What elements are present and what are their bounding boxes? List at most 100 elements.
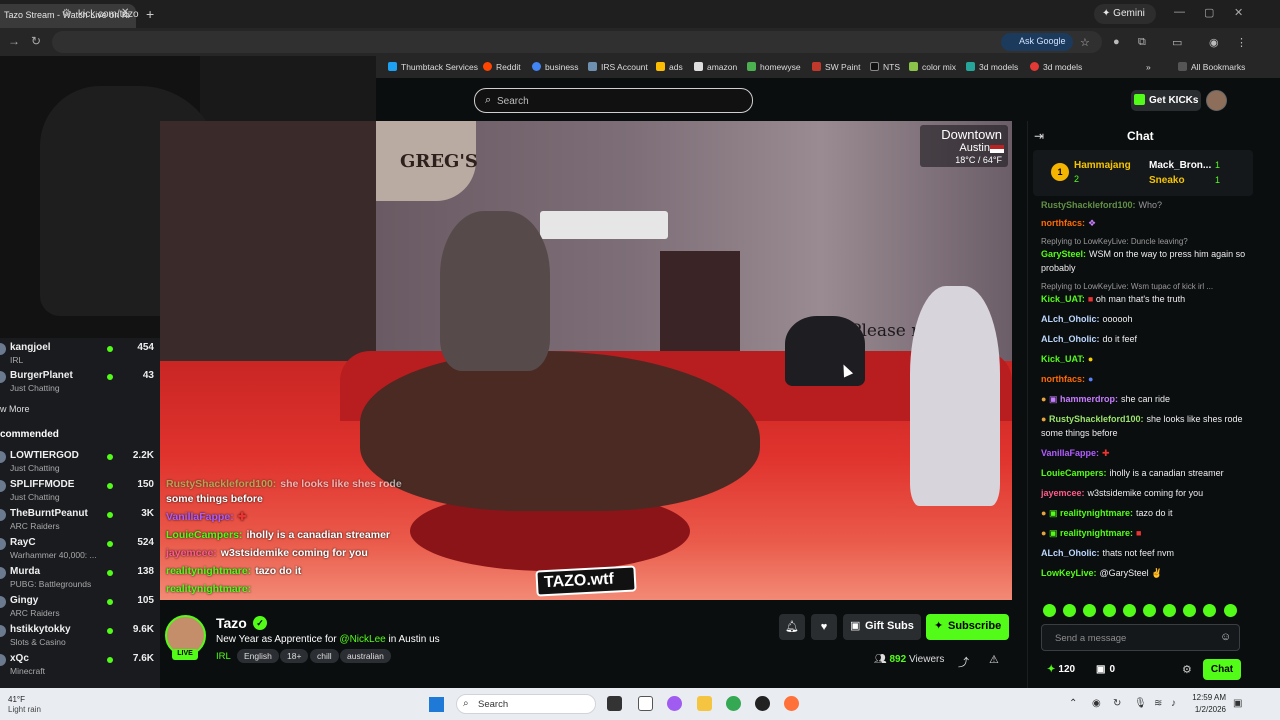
microphone-icon[interactable]: 🎙︎	[1134, 698, 1147, 709]
sidebar-channel[interactable]: RayC Warhammer 40,000: ... 524	[0, 535, 160, 563]
taskbar-date[interactable]: 1/2/2026	[1190, 705, 1226, 714]
emoji-picker-icon[interactable]: ☺	[1220, 631, 1231, 643]
app-icon[interactable]	[755, 696, 770, 711]
sidebar-channel[interactable]: SPLIFFMODE Just Chatting 150	[0, 477, 160, 505]
follow-heart-icon[interactable]: ♥	[811, 614, 837, 640]
puzzle-icon[interactable]: ⧉	[1138, 36, 1146, 49]
sidebar-channel[interactable]: kangjoel IRL 454	[0, 340, 160, 368]
reload-icon[interactable]: ↻	[31, 34, 41, 48]
bookmark-homewyse[interactable]: homewyse	[747, 62, 801, 72]
bookmark-ads[interactable]: ads	[656, 62, 683, 72]
chrome-icon[interactable]	[726, 696, 741, 711]
bookmark-irs[interactable]: IRS Account	[588, 62, 648, 72]
emote-icon[interactable]	[1143, 604, 1156, 617]
chat-settings-icon[interactable]: ⚙	[1182, 663, 1192, 676]
bookmark-swpaint[interactable]: SW Paint	[812, 62, 860, 72]
all-bookmarks[interactable]: All Bookmarks	[1178, 62, 1245, 72]
taskbar-time[interactable]: 12:59 AM	[1190, 693, 1226, 702]
task-view-icon[interactable]	[607, 696, 622, 711]
sidebar-channel[interactable]: hstikkytokky Slots & Casino 9.6K	[0, 622, 160, 650]
chat-message: Kick_UAT: ■ oh man that's the truth	[1041, 294, 1186, 304]
url-field[interactable]	[52, 31, 1102, 53]
notification-icon[interactable]: ▣	[1233, 698, 1242, 709]
tray-sync-icon[interactable]: ↻	[1113, 698, 1121, 709]
leaderboard-user[interactable]: Hammajang	[1074, 160, 1131, 171]
close-window-icon[interactable]: ✕	[1234, 6, 1243, 19]
bookmark-colormix[interactable]: color mix	[909, 62, 956, 72]
file-explorer-icon[interactable]	[697, 696, 712, 711]
new-tab-icon[interactable]: +	[146, 6, 154, 22]
bookmark-amazon[interactable]: amazon	[694, 62, 737, 72]
sidebar-channel[interactable]: BurgerPlanet Just Chatting 43	[0, 368, 160, 396]
tag[interactable]: 18+	[280, 649, 309, 663]
url-text[interactable]: kick.com/tazo	[78, 9, 139, 20]
ask-google-button[interactable]: Ask Google	[1001, 33, 1073, 51]
chat-scrollbar[interactable]	[1253, 121, 1280, 688]
notepad-icon[interactable]	[638, 696, 653, 711]
taskbar-weather-desc[interactable]: Light rain	[8, 705, 41, 714]
inventory-balance[interactable]: ▣ 0	[1096, 664, 1115, 675]
channel-name: kangjoel	[10, 342, 51, 353]
bookmark-3dmodels-2[interactable]: 3d models	[1030, 62, 1082, 72]
category-link[interactable]: IRL	[216, 651, 231, 662]
collapse-chat-icon[interactable]: ⇥	[1034, 129, 1044, 143]
bookmark-reddit[interactable]: Reddit	[483, 62, 521, 72]
sidebar-channel[interactable]: LOWTIERGOD Just Chatting 2.2K	[0, 448, 160, 476]
sidebar-channel[interactable]: TheBurntPeanut ARC Raiders 3K	[0, 506, 160, 534]
bookmark-star-icon[interactable]: ☆	[1080, 36, 1090, 49]
emote-icon[interactable]	[1123, 604, 1136, 617]
sidebar-channel[interactable]: Gingy ARC Raiders 105	[0, 593, 160, 621]
live-dot-icon	[107, 346, 113, 352]
mention-link[interactable]: @NickLee	[339, 634, 385, 645]
taskbar-weather-temp[interactable]: 41°F	[8, 695, 25, 704]
cast-icon[interactable]: ▭	[1172, 36, 1182, 49]
bookmark-3dmodels-1[interactable]: 3d models	[966, 62, 1018, 72]
tag[interactable]: chill	[310, 649, 339, 663]
tag[interactable]: English	[237, 649, 279, 663]
gemini-button[interactable]: ✦ Gemini	[1094, 4, 1156, 24]
bookmark-nts[interactable]: NTS	[870, 62, 900, 72]
chat-send-button[interactable]: Chat	[1203, 659, 1241, 680]
extension-icon[interactable]: ●	[1113, 36, 1120, 48]
taskbar-search[interactable]	[456, 694, 596, 714]
minimize-icon[interactable]: —	[1174, 6, 1185, 18]
windows-start-icon[interactable]	[429, 697, 444, 712]
bookmark-business[interactable]: business	[532, 62, 579, 72]
emote-icon[interactable]	[1163, 604, 1176, 617]
tag[interactable]: australian	[340, 649, 391, 663]
wifi-icon[interactable]: ≋	[1154, 698, 1162, 709]
profile-icon[interactable]: ◉	[1209, 36, 1219, 49]
emote-icon[interactable]	[1224, 604, 1237, 617]
share-icon[interactable]: ⤴	[958, 654, 969, 670]
tray-chevron-icon[interactable]: ⌃	[1069, 698, 1077, 709]
notification-bell-icon[interactable]: 🔔︎	[779, 614, 805, 640]
emote-icon[interactable]	[1083, 604, 1096, 617]
emote-icon[interactable]	[1203, 604, 1216, 617]
report-icon[interactable]: ⚠	[989, 653, 999, 666]
emote-icon[interactable]	[1043, 604, 1056, 617]
sidebar-channel[interactable]: xQc Minecraft 7.6K	[0, 651, 160, 679]
stream-title: New Year as Apprentice for @NickLee in A…	[216, 634, 440, 645]
tray-app-icon[interactable]: ◉	[1092, 698, 1101, 709]
show-more-link[interactable]: w More	[0, 404, 30, 414]
leaderboard-user[interactable]: Sneako	[1149, 175, 1185, 186]
volume-icon[interactable]: ♪	[1171, 698, 1176, 709]
sidebar-channel[interactable]: Murda PUBG: Battlegrounds 138	[0, 564, 160, 592]
bookmarks-overflow-icon[interactable]: »	[1146, 62, 1151, 72]
menu-icon[interactable]: ⋮	[1236, 36, 1247, 49]
copilot-icon[interactable]	[667, 696, 682, 711]
bookmark-thumbtack[interactable]: Thumbtack Services	[388, 62, 478, 72]
leaderboard-user[interactable]: Mack_Bron...	[1149, 160, 1211, 171]
streamer-name[interactable]: Tazo	[216, 615, 247, 631]
user-avatar[interactable]	[1206, 90, 1227, 111]
channel-category: ARC Raiders	[10, 608, 60, 618]
maximize-icon[interactable]: ▢	[1204, 6, 1214, 19]
viewer-count-value: 892	[889, 654, 907, 665]
emote-icon[interactable]	[1103, 604, 1116, 617]
site-info-icon[interactable]: ⚙	[62, 8, 71, 19]
kicks-balance[interactable]: ✦ 120	[1047, 664, 1075, 675]
forward-icon[interactable]: →	[8, 34, 20, 48]
firefox-icon[interactable]	[784, 696, 799, 711]
emote-icon[interactable]	[1063, 604, 1076, 617]
emote-icon[interactable]	[1183, 604, 1196, 617]
